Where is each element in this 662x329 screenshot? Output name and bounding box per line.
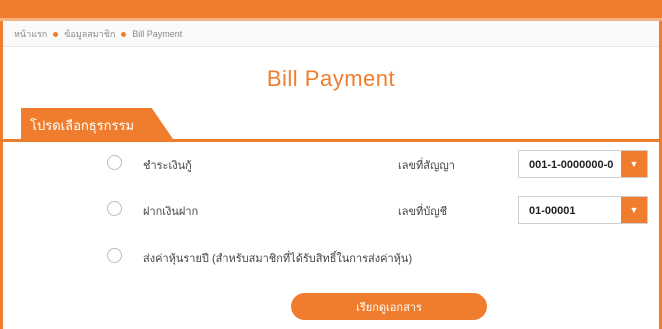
- radio-loan-payment[interactable]: [107, 155, 122, 170]
- option-label-deposit: ฝากเงินฝาก: [143, 206, 199, 218]
- section-title: โปรดเลือกธุรกรรม: [21, 108, 173, 139]
- account-number-select[interactable]: 01-00001 ▼: [518, 196, 648, 224]
- page-title: Bill Payment: [266, 66, 396, 91]
- caret-down-icon[interactable]: ▼: [621, 197, 647, 223]
- section-header: โปรดเลือกธุรกรรม: [3, 105, 659, 143]
- breadcrumb: หน้าแรก ข้อมูลสมาชิก Bill Payment: [14, 28, 182, 40]
- dot-icon: [121, 31, 127, 37]
- top-bar: [0, 0, 662, 18]
- breadcrumb-item-home[interactable]: หน้าแรก: [14, 27, 47, 41]
- view-document-button[interactable]: เรียกดูเอกสาร: [291, 293, 487, 320]
- section-divider: [3, 139, 659, 142]
- option-label-annual-shares: ส่งค่าหุ้นรายปี (สำหรับสมาชิกที่ได้รับสิ…: [143, 253, 413, 265]
- contract-number-select[interactable]: 001-1-0000000-0 ▼: [518, 150, 648, 178]
- account-number-label: เลขที่บัญชี: [398, 206, 448, 218]
- option-label-loan-payment: ชำระเงินกู้: [143, 160, 192, 172]
- account-number-value: 01-00001: [529, 205, 576, 217]
- caret-down-icon[interactable]: ▼: [621, 151, 647, 177]
- breadcrumb-item-member-info[interactable]: ข้อมูลสมาชิก: [64, 27, 115, 41]
- breadcrumb-item-bill-payment: Bill Payment: [132, 29, 183, 39]
- contract-number-label: เลขที่สัญญา: [398, 160, 455, 172]
- radio-deposit[interactable]: [107, 201, 122, 216]
- contract-number-value: 001-1-0000000-0: [529, 159, 614, 171]
- dot-icon: [53, 31, 59, 37]
- radio-annual-shares[interactable]: [107, 248, 122, 263]
